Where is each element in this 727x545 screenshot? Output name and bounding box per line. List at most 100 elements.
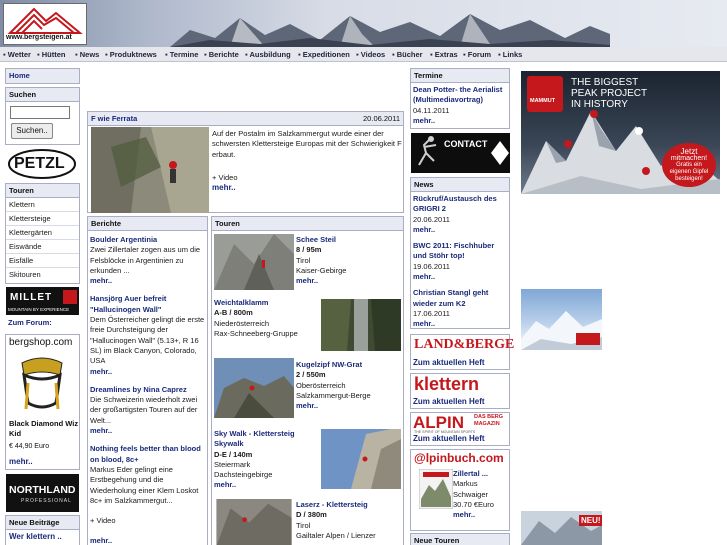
nav-item-videos[interactable]: ▪ Videos [356,50,385,59]
bergshop-box: bergshop.com Black Diamond Wiz Kid € 44,… [5,334,80,470]
tour-area-weichtalklamm: Rax-Schneeberg-Gruppe [214,328,298,338]
news-more-bwc[interactable]: mehr.. [413,272,509,282]
bericht-text-hallucinogen-wall: Dem Österreicher gelingt die erste freie… [90,315,205,366]
tour-photo-weichtalklamm[interactable] [321,299,401,351]
tour-photo-kugelzipf[interactable] [214,358,294,418]
bericht-title-boulder-argentinia[interactable]: Boulder Argentinia [90,235,207,245]
news-more-stangl[interactable]: mehr.. [413,319,509,329]
millet-ad[interactable]: MILLET MOUNTAIN BY EXPERIENCE [6,287,79,315]
neue-beitraege-title: Neue Beiträge [6,516,79,530]
nav-item-extras[interactable]: ▪ Extras [430,50,458,59]
shop-more-link[interactable]: mehr.. [9,457,33,466]
feature-photo[interactable] [91,127,209,213]
tour-photo-skywalk[interactable] [321,429,401,489]
neu-product-ad[interactable]: NEU! [521,511,602,545]
mammut-peak-project-ad[interactable]: MAMMUT THE BIGGEST PEAK PROJECT IN HISTO… [521,71,720,194]
tour-more-schee-steil[interactable]: mehr.. [296,276,402,286]
sidebar-item-klettern[interactable]: Klettern [6,198,79,212]
bericht-video-label: + Video [90,516,116,526]
bericht-title-dreamlines[interactable]: Dreamlines by Nina Caprez [90,385,207,395]
nav-item-huetten[interactable]: ▪ Hütten [37,50,66,59]
sidebar-item-klettergaerten[interactable]: Klettergärten [6,226,79,240]
forum-link[interactable]: Zum Forum: [8,318,52,327]
site-logo[interactable]: www.bergsteigen.at [3,3,87,45]
tour-more-kugelzipf[interactable]: mehr.. [296,401,402,411]
petzl-ad[interactable]: PETZL [7,148,78,181]
mammut-badge-line3: Gratis ein [676,162,702,168]
bericht-more-boulder-argentinia[interactable]: mehr.. [90,276,207,286]
nav-item-wetter[interactable]: ▪ Wetter [3,50,31,59]
black-diamond-contact-ad[interactable]: CONTACT [411,133,510,173]
harness-product-image[interactable] [12,353,72,415]
feature-title[interactable]: F wie Ferrata [91,114,137,123]
tour-more-skywalk[interactable]: mehr.. [214,480,322,490]
bericht-title-nothing-feels-better[interactable]: Nothing feels better than blood on blood… [90,444,207,465]
news-date-bwc: 19.06.2011 [413,261,450,271]
neue-beitraege-box: Neue Beiträge Wer klettern .. [5,515,80,545]
nav-item-forum[interactable]: ▪ Forum [463,50,491,59]
feature-more-link[interactable]: mehr.. [212,183,236,192]
magazine-alpin: ALPIN DAS BERG MAGAZIN THE SPIRIT OF MOU… [410,412,510,446]
nav-item-ausbildung[interactable]: ▪ Ausbildung [245,50,291,59]
mammut-badge-line1: Jetzt [680,147,698,156]
mammut-logo: MAMMUT [527,76,563,112]
nav-item-links[interactable]: ▪ Links [498,50,522,59]
nav-item-expeditionen[interactable]: ▪ Expeditionen [298,50,350,59]
tour-region-skywalk: Steiermark [214,459,251,469]
sidebar-item-klettersteige[interactable]: Klettersteige [6,212,79,226]
news-title: News [411,178,509,192]
sidebar-touren-title: Touren [6,184,79,198]
bericht-title-hallucinogen-wall[interactable]: Hansjörg Auer befreit "Hallucinogen Wall… [90,294,207,315]
sidebar-item-eisfaelle[interactable]: Eisfälle [6,254,79,268]
nav-item-termine[interactable]: ▪ Termine [165,50,198,59]
bericht-more-dreamlines[interactable]: mehr.. [90,426,207,436]
land-berge-link[interactable]: Zum aktuellen Heft [413,358,485,367]
nav-item-buecher[interactable]: ▪ Bücher [392,50,423,59]
tour-title-kugelzipf[interactable]: Kugelzipf NW-Grat [296,360,402,370]
news-more-grigri[interactable]: mehr.. [413,225,509,235]
news-title-bwc[interactable]: BWC 2011: Fischhuber und Stöhr top! [413,241,509,262]
sidebar-item-eiswaende[interactable]: Eiswände [6,240,79,254]
sidebar-item-skitouren[interactable]: Skitouren [6,268,79,282]
nav-item-produktnews[interactable]: ▪ Produktnews [105,50,157,59]
neue-beitraege-item[interactable]: Wer klettern .. [9,532,62,541]
alpin-link[interactable]: Zum aktuellen Heft [413,434,485,443]
mammut-cta-badge[interactable]: Jetzt mitmachen! Gratis ein eigenen Gipf… [662,143,716,187]
alpinbuch-logo[interactable]: @lpinbuch.com [414,451,504,465]
shop-product-name[interactable]: Black Diamond Wiz Kid [9,419,81,439]
tour-title-schee-steil[interactable]: Schee Steil [296,235,402,245]
bericht-more-nothing-feels-better[interactable]: mehr.. [90,536,207,545]
nav-item-news[interactable]: ▪ News [75,50,99,59]
bericht-text-dreamlines: Die Schweizerin wiederholt zwei der groß… [90,395,198,425]
mammut-headline-3: IN HISTORY [571,99,628,110]
termin-more-link[interactable]: mehr.. [413,116,509,126]
sidebar-touren-box: Touren Klettern Klettersteige Klettergär… [5,183,80,284]
alpinbuch-book-cover[interactable] [419,469,453,509]
search-input[interactable] [10,106,70,119]
termin-title[interactable]: Dean Potter- the Aerialist (Multimediavo… [413,85,509,106]
alpinbuch-book-title[interactable]: Zillertal ... [453,469,509,479]
alpinbuch-more-link[interactable]: mehr.. [453,510,509,520]
tour-photo-schee-steil[interactable] [214,234,294,290]
millet-tagline: MOUNTAIN BY EXPERIENCE [8,307,70,312]
land-berge-logo[interactable]: LAND&BERGE [414,337,514,353]
klettern-logo[interactable]: klettern [414,374,479,395]
mammut-headline-2: PEAK PROJECT [571,88,648,99]
tour-title-skywalk[interactable]: Sky Walk - Klettersteig Skywalk [214,429,322,450]
tour-title-lasarz[interactable]: Laserz - Klettersteig [296,500,402,510]
news-title-grigri[interactable]: Rückruf/Austausch des GRIGRI 2 [413,194,509,215]
bergshop-logo[interactable]: bergshop.com [9,337,72,348]
black-diamond-logo-icon [491,141,509,165]
news-title-stangl[interactable]: Christian Stangl geht wieder zum K2 [413,288,509,309]
bericht-more-hallucinogen-wall[interactable]: mehr.. [90,367,207,377]
vaude-ad[interactable] [521,289,602,350]
mammut-badge-line5: besteigen! [675,176,703,182]
news-date-grigri: 20.06.2011 [413,214,450,224]
northland-ad[interactable]: NORTHLAND PROFESSIONAL [6,474,79,512]
tour-title-weichtalklamm[interactable]: Weichtalklamm [214,298,324,308]
search-button[interactable]: Suchen.. [11,123,53,139]
nav-item-berichte[interactable]: ▪ Berichte [204,50,239,59]
tour-photo-lasarz[interactable] [214,499,294,545]
klettern-link[interactable]: Zum aktuellen Heft [413,397,485,406]
home-link[interactable]: Home [6,69,79,83]
